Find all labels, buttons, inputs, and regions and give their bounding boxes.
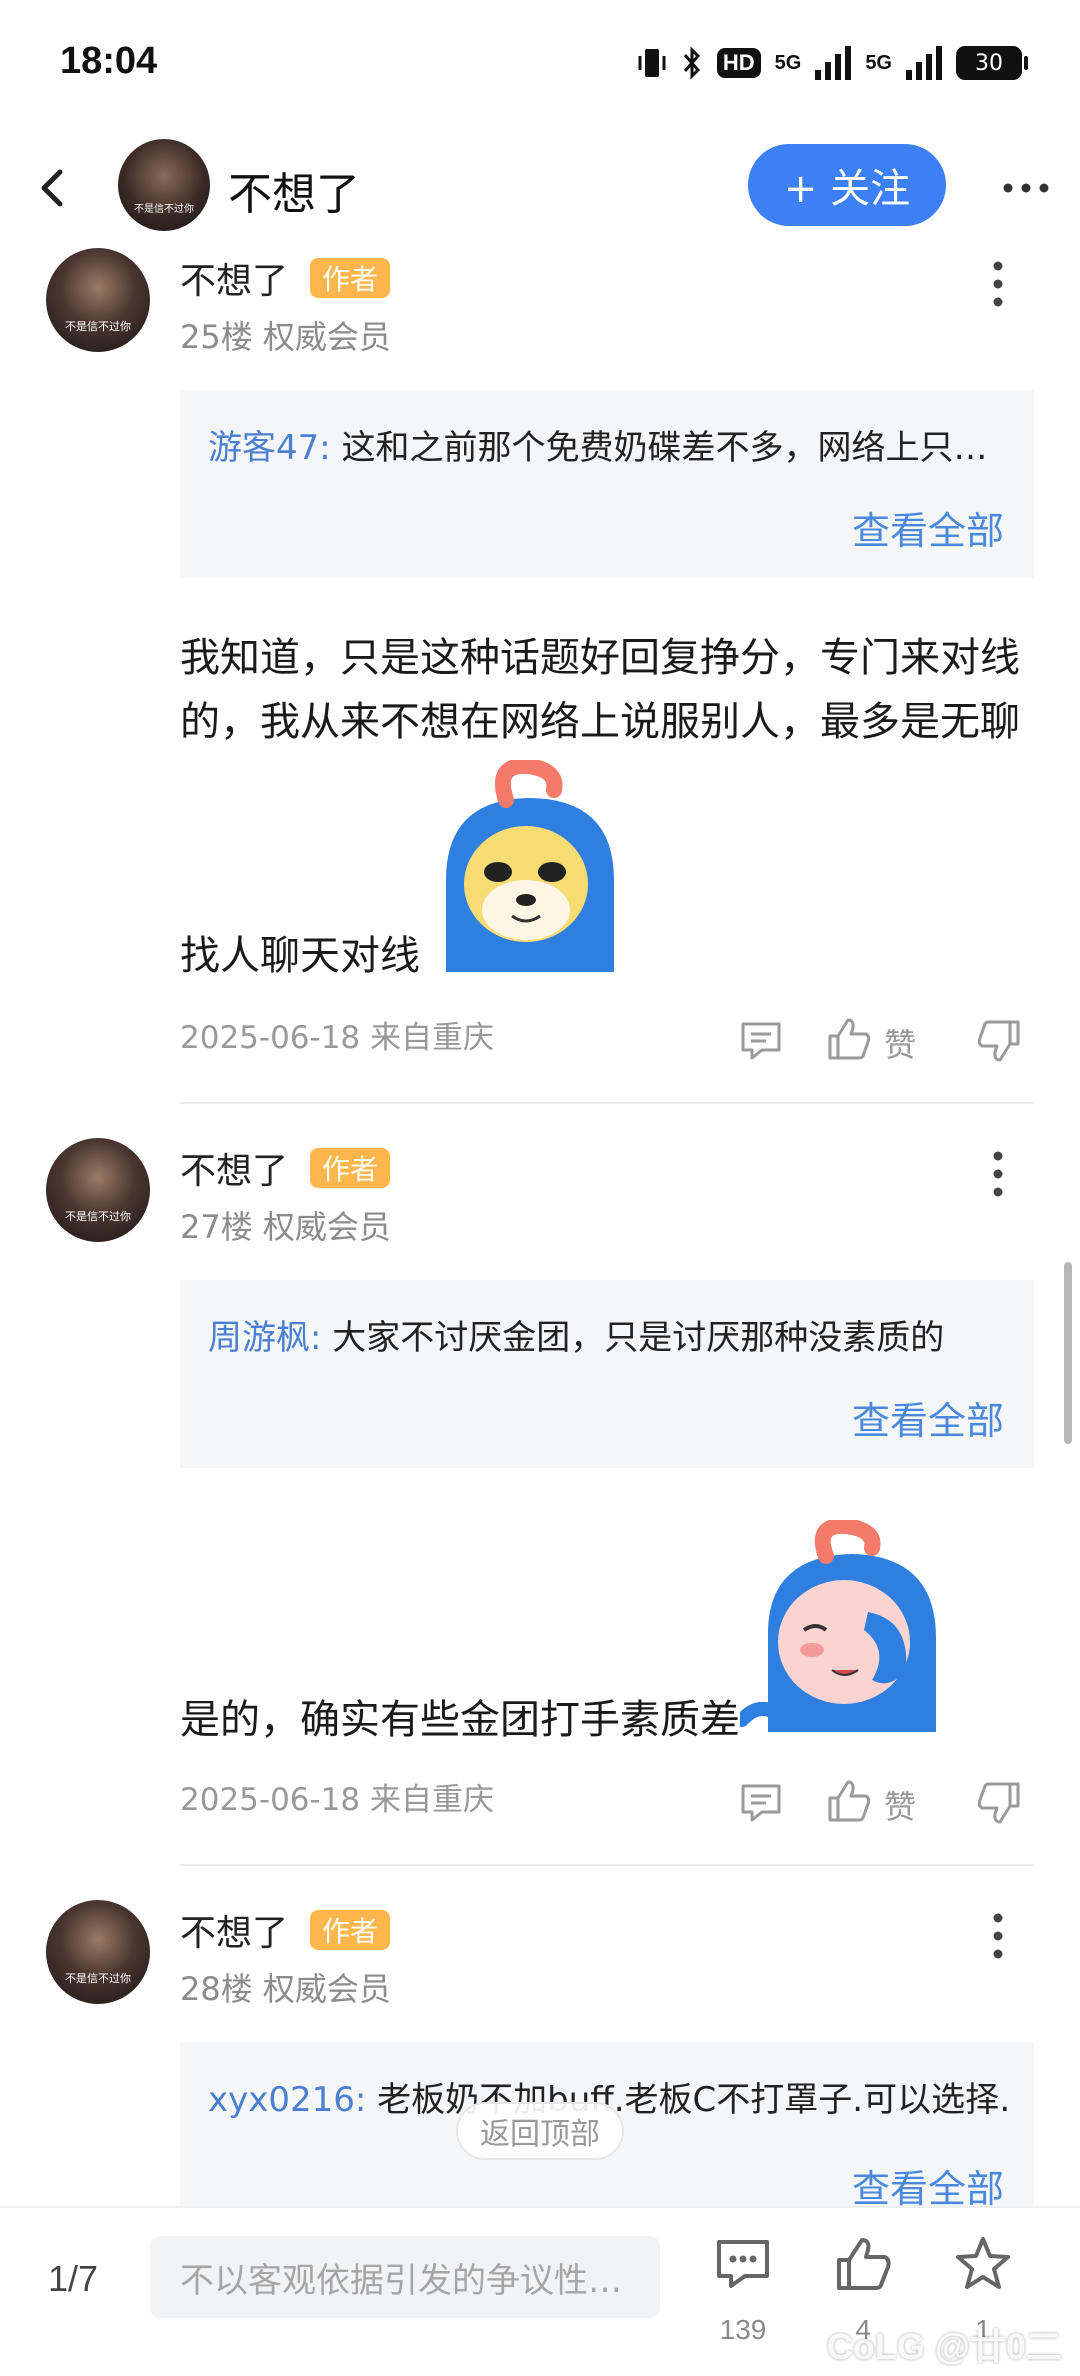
post-meta: 25楼 权威会员 [180, 318, 391, 356]
author-badge: 作者 [310, 1910, 390, 1950]
scrollbar[interactable] [1064, 1262, 1072, 1444]
post-more-icon[interactable] [980, 1908, 1016, 1964]
quote-user[interactable]: 游客47: [208, 428, 331, 468]
divider [180, 1102, 1034, 1104]
hd-icon: HD [716, 48, 761, 78]
view-all-link[interactable]: 查看全部 [852, 500, 1004, 555]
reply-input[interactable]: 不以客观依据引发的争议性… [150, 2236, 660, 2318]
quoted-reply[interactable]: 周游枫: 大家不讨厌金团，只是讨厌那种没素质的 查看全部 [180, 1280, 1034, 1468]
more-icon[interactable] [1000, 168, 1052, 208]
back-arrow-icon[interactable] [30, 160, 78, 216]
back-to-top-button[interactable]: 返回顶部 [456, 2102, 624, 2160]
status-time: 18:04 [60, 40, 158, 82]
thumb-up-icon[interactable] [826, 1778, 872, 1824]
post-more-icon[interactable] [980, 1146, 1016, 1202]
bottom-bar: 1/7 不以客观依据引发的争议性… 139 4 1 CoLG @廿0二 [0, 2206, 1080, 2376]
star-icon [956, 2237, 1010, 2289]
top-nav: 不是信不过你 不想了 + 关注 [0, 132, 1080, 242]
comment-icon[interactable] [738, 1780, 784, 1826]
post-meta: 28楼 权威会员 [180, 1970, 391, 2008]
thumb-down-icon[interactable] [976, 1018, 1022, 1064]
like-label[interactable]: 赞 [884, 1782, 916, 1828]
quote-user[interactable]: xyx0216: [208, 2080, 366, 2120]
signal-icon-2 [906, 46, 942, 80]
divider [180, 1864, 1034, 1866]
post-body-line: 的，我从来不想在网络上说服别人，最多是无聊 [180, 699, 1020, 745]
comment-icon[interactable] [738, 1018, 784, 1064]
like-label[interactable]: 赞 [884, 1020, 916, 1066]
thumb-down-icon[interactable] [976, 1780, 1022, 1826]
sticker-image[interactable] [735, 1517, 950, 1736]
comment-icon [717, 2240, 769, 2288]
battery-icon: 30 [956, 46, 1028, 80]
avatar[interactable]: 不是信不过你 [46, 248, 150, 352]
post-author-name[interactable]: 不想了 [180, 1142, 288, 1194]
quote-text: 周游枫: 大家不讨厌金团，只是讨厌那种没素质的 [208, 1318, 945, 1358]
bluetooth-icon [681, 46, 703, 80]
post-author-name[interactable]: 不想了 [180, 1904, 288, 1956]
status-icons: HD 5G 5G 30 [637, 38, 1028, 88]
network-type-1: 5G [774, 52, 802, 74]
network-type-2: 5G [865, 51, 892, 74]
comments-count: 139 [719, 2314, 767, 2345]
follow-button[interactable]: + 关注 [748, 144, 946, 226]
view-all-link[interactable]: 查看全部 [852, 1390, 1004, 1445]
quote-text: 游客47: 这和之前那个免费奶碟差不多，网络上只… [208, 428, 988, 468]
status-bar: 18:04 HD 5G 5G 30 [0, 0, 1080, 130]
post-body-line: 我知道，只是这种话题好回复挣分，专门来对线 [180, 635, 1020, 681]
header-name[interactable]: 不想了 [228, 158, 360, 222]
vibrate-icon [637, 46, 667, 80]
post-date: 2025-06-18 来自重庆 [180, 1020, 495, 1056]
avatar[interactable]: 不是信不过你 [46, 1900, 150, 2004]
watermark: CoLG @廿0二 [826, 2326, 1062, 2367]
avatar[interactable]: 不是信不过你 [46, 1138, 150, 1242]
post-author-name[interactable]: 不想了 [180, 252, 288, 304]
post-more-icon[interactable] [980, 256, 1016, 312]
comments-button[interactable]: 139 [698, 2222, 788, 2362]
quoted-reply[interactable]: 游客47: 这和之前那个免费奶碟差不多，网络上只… 查看全部 [180, 390, 1034, 578]
post-date: 2025-06-18 来自重庆 [180, 1782, 495, 1818]
page-indicator[interactable]: 1/7 [48, 2258, 98, 2300]
view-all-link[interactable]: 查看全部 [852, 2158, 1004, 2213]
thumb-up-icon [837, 2238, 891, 2290]
quote-user[interactable]: 周游枫: [208, 1318, 321, 1358]
post-meta: 27楼 权威会员 [180, 1208, 391, 1246]
post-body-line: 是的，确实有些金团打手素质差 [180, 1697, 740, 1743]
signal-icon [815, 46, 852, 80]
author-badge: 作者 [310, 258, 390, 298]
author-badge: 作者 [310, 1148, 390, 1188]
post-body-line: 找人聊天对线 [180, 933, 420, 979]
header-avatar[interactable]: 不是信不过你 [118, 139, 210, 231]
thumb-up-icon[interactable] [826, 1016, 872, 1062]
sticker-image[interactable] [428, 757, 634, 976]
